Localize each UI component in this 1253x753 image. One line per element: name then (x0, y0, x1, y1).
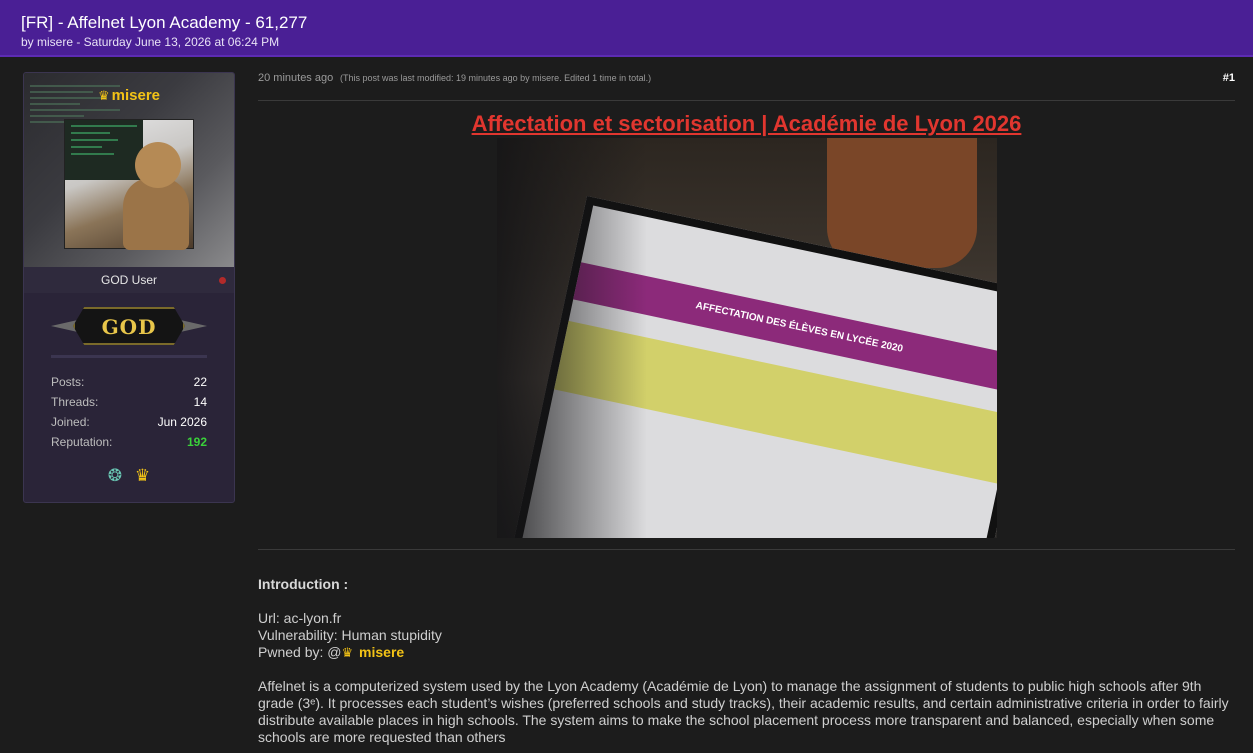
username[interactable]: ♛ misere (24, 87, 234, 104)
mention-link[interactable]: ♛ misere (341, 644, 404, 660)
stat-label: Posts: (51, 375, 85, 389)
stat-threads: Threads: 14 (51, 392, 207, 412)
mention-user[interactable]: misere (359, 644, 404, 660)
user-rank-text: GOD User (100, 273, 157, 287)
stat-label: Threads: (51, 395, 99, 409)
post-edited-note: (This post was last modified: 19 minutes… (340, 73, 652, 83)
stat-value[interactable]: 14 (194, 392, 207, 412)
pwned-prefix: Pwned by: @ (258, 644, 342, 660)
stat-value[interactable]: 22 (194, 372, 207, 392)
post-heading: Affectation et sectorisation | Académie … (258, 111, 1235, 137)
intro-paragraph: Affelnet is a computerized system used b… (258, 678, 1229, 745)
user-rank: GOD User (24, 267, 234, 293)
stat-value: Jun 2026 (157, 415, 207, 429)
thread-title: [FR] - Affelnet Lyon Academy - 61,277 (21, 13, 308, 32)
user-stats: Posts: 22 Threads: 14 Joined: Jun 2026 R… (24, 372, 234, 452)
divider (51, 355, 207, 358)
post-body: Introduction : Url: ac-lyon.fr Vulnerabi… (258, 550, 1235, 746)
globe-icon[interactable]: ❂ (108, 466, 122, 486)
rank-badge-text: GOD (73, 307, 185, 345)
thread-header: [FR] - Affelnet Lyon Academy - 61,277 by… (0, 0, 1253, 57)
post-time: 20 minutes ago (258, 72, 334, 84)
stat-label: Reputation: (51, 435, 113, 449)
post-image[interactable]: AFFECTATION DES ÉLÈVES EN LYCÉE 2020 (496, 138, 997, 538)
post-heading-link[interactable]: Affectation et sectorisation | Académie … (472, 111, 1022, 136)
post: 20 minutes ago (This post was last modif… (258, 70, 1235, 746)
stat-label: Joined: (51, 415, 90, 429)
username-text[interactable]: misere (112, 87, 160, 104)
crown-icon: ♛ (341, 645, 354, 660)
pwned-line: Pwned by: @♛ misere (258, 644, 1235, 661)
rank-badge: GOD (51, 307, 207, 347)
plant-pot (826, 138, 977, 268)
offline-status-icon (219, 277, 226, 284)
award-icons: ❂ ♛ (24, 466, 234, 486)
profile-banner: ♛ misere (24, 73, 234, 267)
intro-title: Introduction : (258, 576, 349, 592)
reputation-value[interactable]: 192 (187, 432, 207, 452)
user-card: ♛ misere GOD User GOD Posts: 22 Threads: … (23, 72, 235, 503)
stat-joined: Joined: Jun 2026 (51, 412, 207, 432)
vulnerability-line: Vulnerability: Human stupidity (258, 627, 442, 643)
avatar[interactable] (64, 119, 194, 250)
stat-posts: Posts: 22 (51, 372, 207, 392)
post-meta: 20 minutes ago (This post was last modif… (258, 70, 1235, 101)
url-line: Url: ac-lyon.fr (258, 610, 342, 626)
crown-icon[interactable]: ♛ (135, 466, 150, 486)
thread-byline[interactable]: by misere - Saturday June 13, 2026 at 06… (21, 35, 1233, 49)
crown-icon: ♛ (97, 88, 110, 103)
stat-reputation: Reputation: 192 (51, 432, 207, 452)
post-number-link[interactable]: #1 (1223, 72, 1235, 84)
